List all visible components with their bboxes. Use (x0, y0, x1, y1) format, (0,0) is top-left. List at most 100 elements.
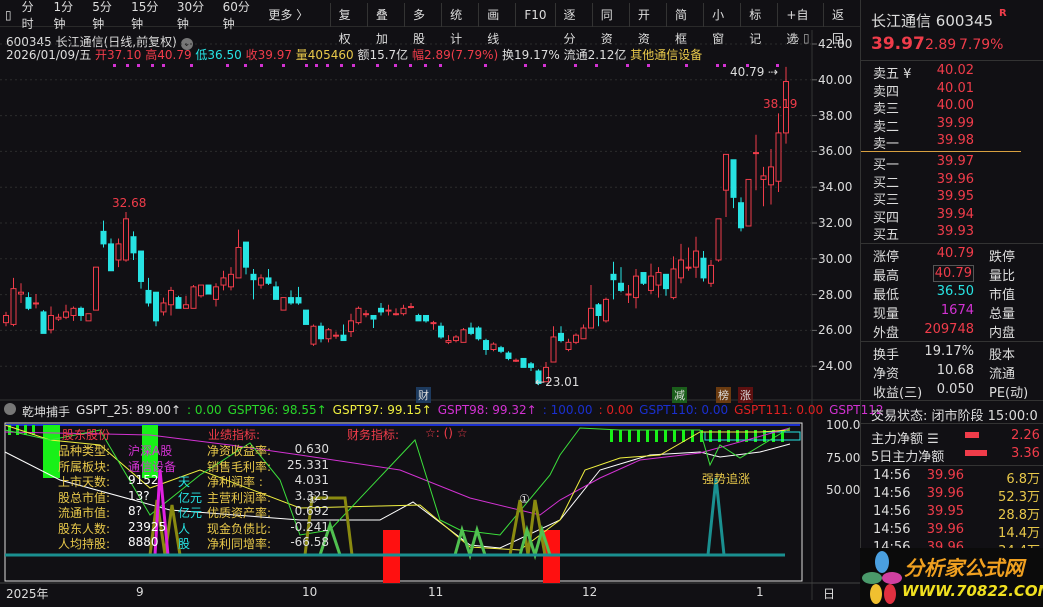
event-bang[interactable]: 榜 (716, 387, 731, 403)
candle-body (175, 297, 182, 309)
signal-dot (647, 64, 650, 67)
list-icon[interactable]: ☰ (927, 432, 939, 447)
candle-body (363, 313, 369, 316)
candle-body (145, 289, 152, 304)
candle-body (528, 363, 534, 368)
signal-dot (723, 64, 726, 67)
high-label: 40.79 ⇢ (730, 65, 779, 79)
price-axis-label: 28.00 (818, 287, 853, 302)
candle-body (678, 259, 684, 279)
signal-dot (190, 64, 193, 67)
event-cai[interactable]: 财 (416, 387, 431, 403)
info-h4: ☆: () ☆ (425, 426, 468, 440)
signal-dot (524, 64, 527, 67)
green-tick (24, 425, 27, 435)
green-tick (682, 430, 685, 442)
candle-body (715, 218, 722, 261)
buy-row[interactable]: 买三 39.95 (861, 189, 1043, 208)
info-label: 上市天数: (58, 475, 111, 489)
candle-body (468, 327, 474, 334)
main-net-value: 2.26 (1011, 428, 1040, 443)
candle-body (505, 352, 512, 359)
info-value: 沪深A股 (128, 444, 173, 458)
perf-value: 4.031 (294, 473, 329, 487)
candle-body (355, 307, 362, 324)
signal-dot (595, 64, 598, 67)
signal-dot (340, 64, 343, 67)
buy-row[interactable]: 买一 39.97 (861, 154, 1043, 173)
date-unit-button[interactable]: 日 (823, 585, 835, 602)
signal-dot (574, 64, 577, 67)
signal-dot (484, 64, 487, 67)
signal-dot (326, 64, 329, 67)
candle-body (415, 314, 422, 322)
green-tick (664, 430, 667, 442)
perf-value: -66.58 (290, 535, 329, 549)
signal-dot (409, 64, 412, 67)
teal-spike (706, 477, 726, 556)
event-jian[interactable]: 减 (672, 387, 687, 403)
signal-dot (394, 64, 397, 67)
peak-label: 32.68 (112, 196, 147, 210)
event-zhang[interactable]: 涨 (738, 387, 753, 403)
logo-url: WWW.70822.COM (902, 582, 1043, 600)
candle-body (708, 264, 714, 284)
sell-row[interactable]: 卖三 40.00 (861, 98, 1043, 117)
perf-label: 优质资产率: (207, 506, 272, 520)
info-value: 8? (128, 504, 143, 518)
candle-body (130, 236, 137, 254)
stat-row: 涨停 40.79 跌停 (873, 246, 1016, 265)
info-h3: 财务指标: (347, 428, 400, 442)
candle-body (100, 230, 107, 245)
green-tick (637, 430, 640, 442)
candle-body (348, 320, 354, 333)
info-value: 23925 (128, 519, 167, 534)
indicator-toggle-icon[interactable] (4, 403, 16, 415)
indicator-frame (4, 422, 803, 582)
candle-body (550, 336, 557, 363)
candle-body (280, 297, 287, 311)
sell-row[interactable]: 卖四 40.01 (861, 81, 1043, 100)
info-label: 品种类型: (58, 444, 111, 458)
perf-label: 现金负债比: (207, 521, 272, 536)
date-9: 9 (136, 585, 144, 599)
tick-row: 14:56 39.96 6.8万 (873, 468, 1040, 487)
info-value: 9152 (128, 473, 159, 487)
candle-body (483, 340, 489, 350)
candle-body (228, 273, 234, 288)
candle-body (745, 178, 752, 227)
indicator-value: : 0.00 (187, 403, 222, 417)
info-label: 所属板块: (58, 459, 111, 474)
stat-row: 现量 1674 总量 (873, 303, 1016, 322)
sell-row[interactable]: 卖五 ¥40.02 (861, 63, 1043, 82)
candle-body (588, 307, 594, 329)
indicator-name[interactable]: 乾坤捕手 (22, 403, 70, 420)
indicator-value: GSPT97: 99.15↑ (332, 403, 432, 417)
perf-label: 主营利润率: (207, 490, 272, 505)
green-tick (619, 430, 622, 442)
candle-body (445, 340, 452, 343)
price-axis-label: 40.00 (818, 72, 853, 87)
info-label: 流通市值: (58, 506, 111, 520)
candle-body (685, 266, 692, 269)
signal-dot (113, 64, 116, 67)
sell-row[interactable]: 卖二 39.99 (861, 116, 1043, 135)
sell-row[interactable]: 卖一 39.98 (861, 133, 1043, 152)
price-axis-label: 32.00 (818, 216, 853, 230)
candle-body (108, 243, 114, 272)
perf-label: 净资收益率: (207, 444, 272, 458)
candle-body (40, 311, 47, 334)
signal-dot (716, 64, 719, 67)
buy-row[interactable]: 买五 39.93 (861, 224, 1043, 243)
candle-body (138, 250, 144, 282)
perf-value: 0.692 (294, 504, 329, 518)
candle-body (370, 314, 377, 320)
candle-body (273, 286, 279, 300)
signal-dot (137, 64, 140, 67)
info-value: 13? (128, 488, 150, 503)
candle-body (235, 246, 242, 279)
indicator-header: 乾坤捕手 GSPT_25: 89.00↑: 0.00 GSPT96: 98.55↑… (4, 403, 883, 420)
buy-row[interactable]: 买四 39.94 (861, 207, 1043, 226)
candle-body (640, 272, 647, 284)
buy-row[interactable]: 买二 39.96 (861, 172, 1043, 191)
